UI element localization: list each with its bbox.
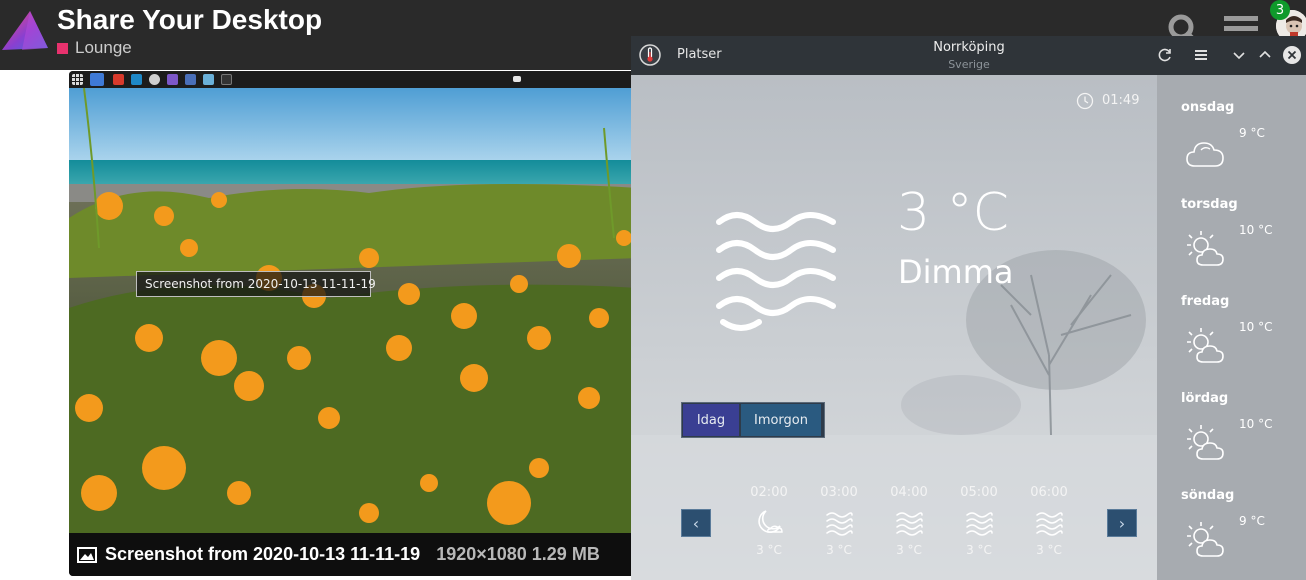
- refresh-icon[interactable]: [1156, 46, 1174, 64]
- partly-cloudy-icon: [1187, 328, 1224, 363]
- forecast-day: lördag 10 °C: [1157, 366, 1306, 463]
- lightbox-caption-bar: Screenshot from 2020-10-13 11-11-19 1920…: [69, 533, 639, 576]
- day-temp: 10 °C: [1239, 223, 1273, 237]
- desktop-taskbar: [69, 71, 639, 88]
- tab-today[interactable]: Idag: [683, 404, 739, 436]
- current-weather-panel: 01:49 3 °C Dimma Idag Imorgon ‹ 02:00 3 …: [631, 75, 1157, 580]
- software-icon: [203, 74, 214, 85]
- forecast-day: torsdag 10 °C: [1157, 172, 1306, 269]
- current-condition: Dimma: [898, 253, 1014, 291]
- settings-gear-icon: [149, 74, 160, 85]
- page: Share Your Desktop Lounge 3 Screenshot f…: [0, 0, 1306, 580]
- post-screenshot[interactable]: Screenshot from 2020-10-13 11-11-19 Scre…: [69, 71, 639, 576]
- weather-window: Platser Norrköping Sverige 01:49 3 °C Di…: [631, 36, 1306, 580]
- hour-temp: 3 °C: [826, 543, 852, 557]
- next-hours-button[interactable]: ›: [1107, 509, 1137, 537]
- lightbox-meta: 1920×1080 1.29 MB: [436, 544, 600, 564]
- topic-title[interactable]: Share Your Desktop: [57, 4, 322, 36]
- hourly-item: 06:00 3 °C: [1017, 485, 1081, 557]
- app-grid-icon: [72, 74, 83, 85]
- hour-temp: 3 °C: [756, 543, 782, 557]
- fog-icon: [966, 512, 993, 536]
- viber-icon: [167, 74, 178, 85]
- wallpaper-photo: [69, 88, 639, 533]
- update-time: 01:49: [1102, 93, 1140, 108]
- hour-temp: 3 °C: [896, 543, 922, 557]
- hourly-item: 03:00 3 °C: [807, 485, 871, 557]
- workspace-icon: [90, 73, 104, 86]
- editor-icon: [131, 74, 142, 85]
- forecast-day: fredag 10 °C: [1157, 269, 1306, 366]
- day-temp: 10 °C: [1239, 417, 1273, 431]
- moon-icon: [758, 510, 783, 533]
- day-temp: 10 °C: [1239, 320, 1273, 334]
- hour-time: 02:00: [750, 485, 788, 500]
- day-temp: 9 °C: [1239, 126, 1265, 140]
- hourly-item: 05:00 3 °C: [947, 485, 1011, 557]
- country-name: Sverige: [948, 58, 990, 71]
- notification-badge[interactable]: 3: [1270, 0, 1290, 20]
- thermometer-icon: [639, 44, 661, 66]
- hourly-item: 02:00 3 °C: [737, 485, 801, 557]
- category-label: Lounge: [75, 38, 132, 57]
- forecast-day: söndag 9 °C: [1157, 463, 1306, 560]
- category-color-swatch: [57, 42, 68, 54]
- files-icon: [185, 74, 196, 85]
- app-logo-icon[interactable]: [0, 8, 50, 56]
- fog-icon: [896, 512, 923, 536]
- day-name: torsdag: [1181, 197, 1238, 212]
- tab-tomorrow[interactable]: Imorgon: [741, 404, 821, 436]
- previous-hours-button[interactable]: ‹: [681, 509, 711, 537]
- partly-cloudy-icon: [1187, 231, 1224, 266]
- hour-time: 06:00: [1030, 485, 1068, 500]
- day-name: onsdag: [1181, 100, 1235, 115]
- clock-icon: [1076, 92, 1094, 110]
- hour-time: 04:00: [890, 485, 928, 500]
- image-icon: [77, 546, 97, 563]
- lightbox-title: Screenshot from 2020-10-13 11-11-19: [105, 544, 421, 564]
- daily-forecast-panel: onsdag 9 °C torsdag 10 °C fredag 10 °C l…: [1157, 75, 1306, 580]
- partly-cloudy-icon: [1187, 425, 1224, 460]
- day-tabs: Idag Imorgon: [681, 402, 825, 438]
- hour-time: 03:00: [820, 485, 858, 500]
- hour-temp: 3 °C: [966, 543, 992, 557]
- current-temperature: 3 °C: [897, 183, 1009, 243]
- file-tooltip: Screenshot from 2020-10-13 11-11-19: [136, 271, 376, 297]
- day-name: fredag: [1181, 294, 1230, 309]
- partly-cloudy-icon: [1187, 522, 1224, 557]
- hour-temp: 3 °C: [1036, 543, 1062, 557]
- vivaldi-icon: [113, 74, 124, 85]
- hour-time: 05:00: [960, 485, 998, 500]
- city-name: Norrköping: [933, 40, 1005, 55]
- day-name: söndag: [1181, 488, 1235, 503]
- cloudy-icon: [1186, 142, 1224, 167]
- category-link[interactable]: Lounge: [57, 38, 132, 58]
- forecast-day: onsdag 9 °C: [1157, 75, 1306, 172]
- maximize-icon[interactable]: [1256, 46, 1274, 64]
- terminal-icon: [221, 74, 232, 85]
- places-button[interactable]: Platser: [677, 47, 722, 62]
- fog-icon: [716, 212, 836, 331]
- fog-icon: [1036, 512, 1063, 536]
- close-icon[interactable]: [1282, 45, 1302, 65]
- menu-icon[interactable]: [1192, 46, 1210, 64]
- fog-icon: [826, 512, 853, 536]
- tray-icon: [513, 76, 521, 82]
- weather-titlebar: Platser Norrköping Sverige: [631, 36, 1306, 75]
- day-name: lördag: [1181, 391, 1229, 406]
- minimize-icon[interactable]: [1230, 46, 1248, 64]
- day-temp: 9 °C: [1239, 514, 1265, 528]
- hourly-item: 04:00 3 °C: [877, 485, 941, 557]
